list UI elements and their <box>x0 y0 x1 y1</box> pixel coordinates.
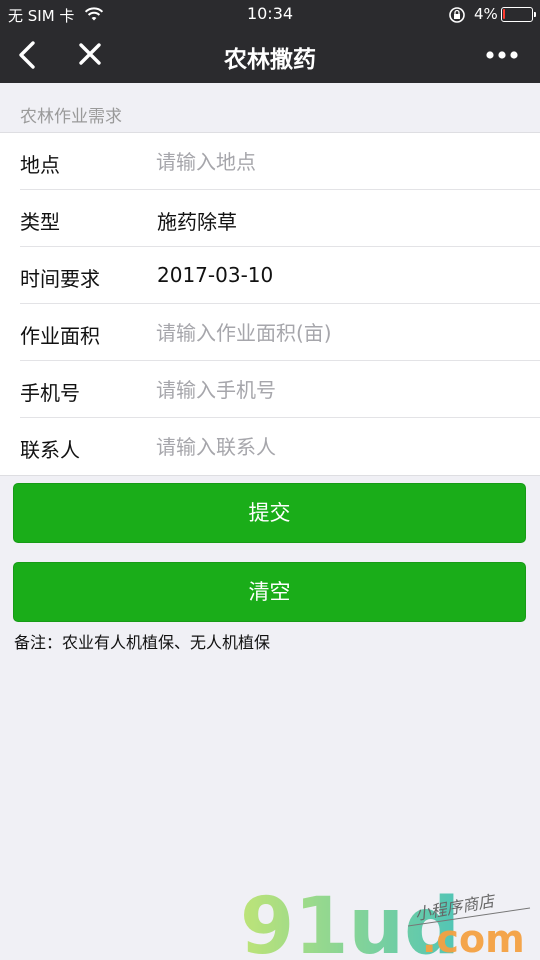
type-label: 类型 <box>20 210 60 234</box>
form-row-area: 作业面积 <box>0 304 540 361</box>
more-icon <box>486 51 518 59</box>
form-row-phone: 手机号 <box>0 361 540 418</box>
svg-text:.com: .com <box>422 917 525 960</box>
rotation-lock-icon <box>448 6 466 28</box>
page-title: 农林撒药 <box>224 47 316 73</box>
contact-input[interactable] <box>156 428 526 466</box>
submit-button[interactable]: 提交 <box>13 483 526 543</box>
request-form: 地点 类型 施药除草 时间要求 2017-03-10 作业面积 手机号 联系人 <box>0 132 540 476</box>
remark-text: 备注：农业有人机植保、无人机植保 <box>14 633 271 652</box>
area-label: 作业面积 <box>20 324 100 348</box>
phone-input[interactable] <box>156 371 526 409</box>
form-row-time[interactable]: 时间要求 2017-03-10 <box>0 247 540 304</box>
type-picker-value[interactable]: 施药除草 <box>157 206 237 235</box>
section-title: 农林作业需求 <box>20 107 122 127</box>
location-input[interactable] <box>156 143 526 181</box>
date-picker-value[interactable]: 2017-03-10 <box>157 263 273 287</box>
more-button[interactable] <box>482 38 522 72</box>
nav-bar: 农林撒药 <box>0 28 540 83</box>
form-row-type[interactable]: 类型 施药除草 <box>0 190 540 247</box>
phone-label: 手机号 <box>20 381 80 405</box>
status-bar: 无 SIM 卡 10:34 4% <box>0 0 540 28</box>
time-label: 时间要求 <box>20 267 100 291</box>
form-row-contact: 联系人 <box>0 418 540 475</box>
watermark-logo: 91ud .com 小程序商店 <box>240 880 540 960</box>
clear-button[interactable]: 清空 <box>13 562 526 622</box>
area-input[interactable] <box>156 314 526 352</box>
location-label: 地点 <box>20 153 60 177</box>
battery-level-fill <box>503 9 505 19</box>
battery-tip <box>534 12 536 17</box>
contact-label: 联系人 <box>20 438 80 462</box>
battery-icon <box>501 7 533 22</box>
form-row-location: 地点 <box>0 133 540 190</box>
battery-percent: 4% <box>474 5 498 23</box>
